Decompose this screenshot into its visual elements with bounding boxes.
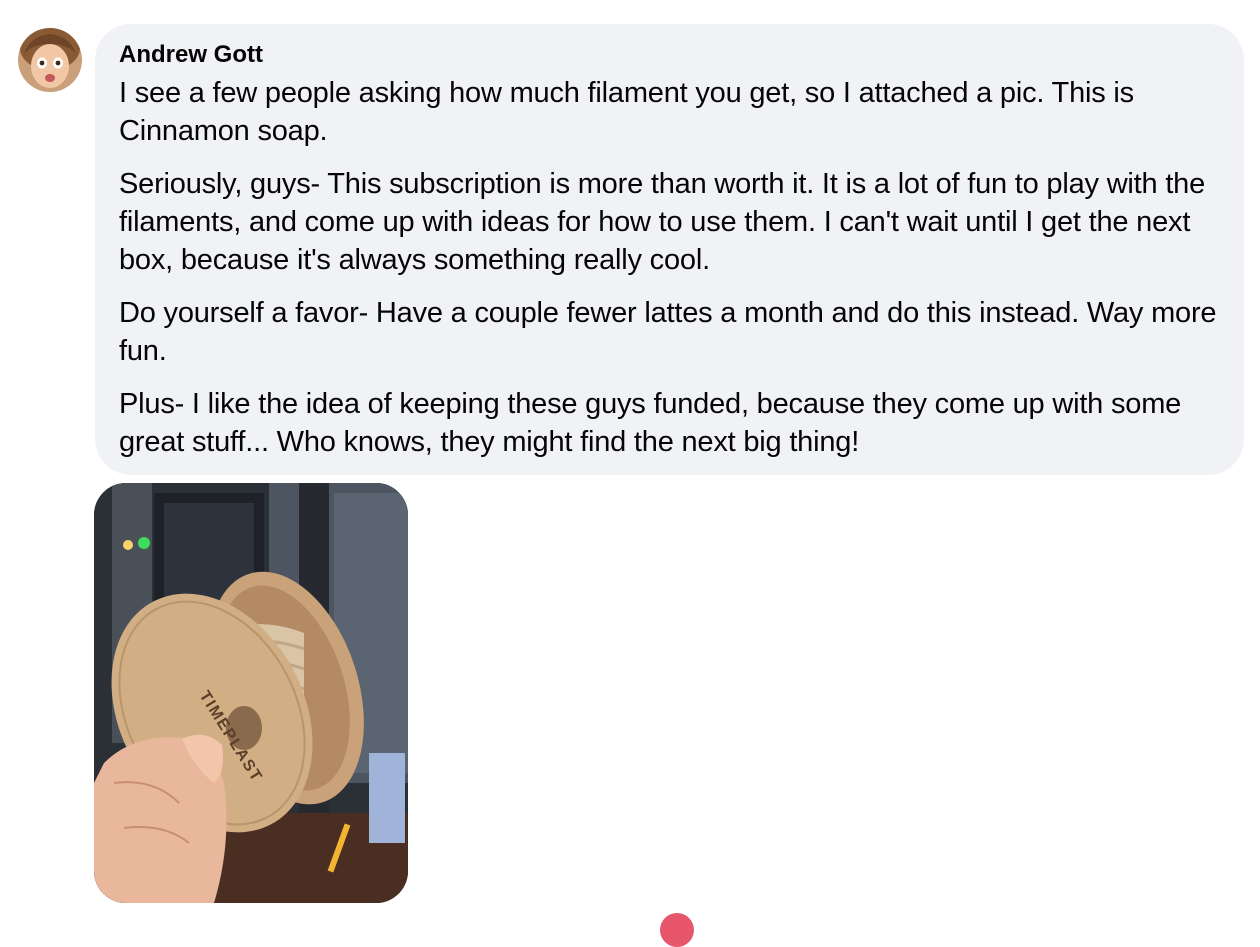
comment-bubble: Andrew Gott I see a few people asking ho… xyxy=(95,24,1244,475)
comment-author-name[interactable]: Andrew Gott xyxy=(119,40,263,70)
author-avatar[interactable] xyxy=(18,28,82,92)
comment-paragraph: I see a few people asking how much filam… xyxy=(119,77,1134,147)
filament-spool-photo: TIMEPLAST xyxy=(94,483,408,903)
love-reaction-icon[interactable] xyxy=(660,913,694,947)
comment-paragraph: Plus- I like the idea of keeping these g… xyxy=(119,388,1182,458)
comment-paragraph: Seriously, guys- This subscription is mo… xyxy=(119,168,1206,276)
comment-photo-attachment[interactable]: TIMEPLAST xyxy=(94,483,408,903)
avatar-image xyxy=(18,28,82,92)
comment-paragraph: Do yourself a favor- Have a couple fewer… xyxy=(119,297,1217,367)
